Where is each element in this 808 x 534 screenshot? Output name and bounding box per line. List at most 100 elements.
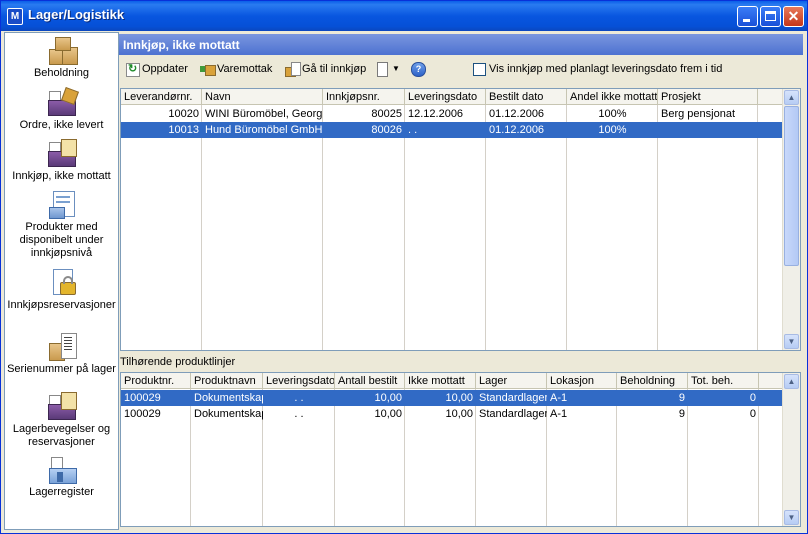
column-header[interactable]: Leverandørnr. [121,89,202,105]
table-cell: 01.12.2006 [489,124,545,136]
scroll-thumb[interactable] [784,106,799,266]
table-cell: Standardlager [479,392,547,404]
table-cell: Hund Büromöbel GmbH, [205,124,323,136]
sidebar-item-lagerregister[interactable]: Lagerregister [5,454,118,499]
receive-goods-icon [200,62,216,77]
sidebar-item-label: Innkjøp, ikke mottatt [12,170,111,182]
table-cell: 9 [678,408,685,420]
table-row[interactable]: 10013 Hund Büromöbel GmbH, 80026 . . 01.12.2… [121,122,783,138]
sidebar-item-serienummer[interactable]: Serienummer på lager [5,331,118,376]
table-cell: 0 [749,392,756,404]
toolbar: ↻ Oppdater Varemottak Gå til innkjøp ▼ ? … [119,56,803,83]
table-cell: 01.12.2006 [489,108,545,120]
document-dropdown-button[interactable]: ▼ [375,61,400,78]
show-planned-checkbox[interactable] [473,63,486,76]
table-cell: WINI Büromöbel, Georg S [205,108,323,120]
table-cell: 100029 [124,392,161,404]
receive-goods-label: Varemottak [217,63,273,75]
close-icon: ✕ [787,8,800,24]
purchase-doc-icon [285,62,301,78]
table-cell: 100029 [124,408,161,420]
vertical-scrollbar[interactable]: ▲ ▼ [782,89,800,350]
sidebar-item-ordre[interactable]: Ordre, ikke levert [5,87,118,132]
refresh-label: Oppdater [142,63,188,75]
table-cell: . . [408,124,418,136]
purchases-table: Leverandørnr. Navn Innkjøpsnr. Leveringsdat… [120,88,801,351]
purchase-doc-icon [45,138,79,170]
table-row[interactable]: 100029 Dokumentskap . . 10,00 10,00 Standardl… [121,406,783,422]
table-cell: 80025 [371,108,402,120]
column-header[interactable]: Leveringsdato [405,89,486,105]
maximize-button[interactable] [760,6,781,27]
section-header: Innkjøp, ikke mottatt [119,34,803,55]
boxes-icon [45,35,79,67]
column-header[interactable]: Tot. beh. [688,373,759,389]
sidebar-item-label: Ordre, ikke levert [19,119,104,131]
column-header[interactable]: Antall bestilt [335,373,405,389]
column-header[interactable]: Ikke mottatt [405,373,476,389]
table-cell: . . [294,408,304,420]
table-cell: 10,00 [445,408,473,420]
window-title: Lager/Logistikk [28,7,125,22]
chevron-down-icon: ▼ [392,64,400,74]
help-button[interactable]: ? [411,61,428,78]
goto-purchase-label: Gå til innkjøp [302,63,367,75]
table-row[interactable]: 100029 Dokumentskap . . 10,00 10,00 Standardl… [121,390,783,406]
sidebar-item-label: Lagerbevegelser og reservasjoner [12,423,111,448]
minimize-button[interactable] [737,6,758,27]
table-row[interactable]: 10020 WINI Büromöbel, Georg S 80025 12.12.2… [121,106,783,122]
goto-purchase-button[interactable]: Gå til innkjøp [285,61,367,78]
table-cell: Dokumentskap [194,408,263,420]
column-header[interactable]: Andel ikke mottatt [567,89,658,105]
column-header[interactable]: Leveringsdato [263,373,335,389]
lines-section-title: Tilhørende produktlinjer [120,356,236,368]
scroll-down-icon[interactable]: ▼ [784,334,799,349]
column-header-filler [759,373,783,389]
table-cell: 100% [598,124,627,136]
column-header[interactable]: Lokasjon [547,373,617,389]
title-bar[interactable]: M Lager/Logistikk ✕ [1,1,807,31]
scroll-up-icon[interactable]: ▲ [784,90,799,105]
document-icon [375,62,389,78]
sidebar: Beholdning Ordre, ikke levert Innkjøp, i… [4,32,119,530]
scroll-down-icon[interactable]: ▼ [784,510,799,525]
sidebar-item-beholdning[interactable]: Beholdning [5,35,118,80]
table-cell: A-1 [550,392,568,404]
table-cell: 10013 [168,124,199,136]
scroll-up-icon[interactable]: ▲ [784,374,799,389]
table-cell: 0 [749,408,756,420]
column-header[interactable]: Innkjøpsnr. [323,89,405,105]
sidebar-item-produkter[interactable]: Produkter med disponibelt under innkjøps… [5,189,118,260]
table-cell: 12.12.2006 [408,108,464,120]
table-cell: A-1 [550,408,568,420]
refresh-button[interactable]: ↻ Oppdater [125,61,188,78]
column-header[interactable]: Beholdning [617,373,688,389]
column-header[interactable]: Lager [476,373,547,389]
table-cell: Berg pensjonat [661,108,735,120]
vertical-scrollbar[interactable]: ▲ ▼ [782,373,800,526]
cash-register-icon [45,87,79,119]
help-icon: ? [411,62,426,78]
sidebar-item-label: Innkjøpsreservasjoner [7,299,116,311]
table-cell: Dokumentskap [194,392,263,404]
table-cell: 9 [678,392,685,404]
sidebar-item-innkjop[interactable]: Innkjøp, ikke mottatt [5,138,118,183]
receive-goods-button[interactable]: Varemottak [200,61,272,77]
column-header[interactable]: Prosjekt [658,89,758,105]
column-header[interactable]: Produktnr. [121,373,191,389]
column-header-filler [758,89,783,105]
sidebar-item-label: Produkter med disponibelt under innkjøps… [19,221,104,259]
column-header[interactable]: Produktnavn [191,373,263,389]
show-planned-label: Vis innkjøp med planlagt leveringsdato f… [489,63,723,75]
table-cell: 10,00 [445,392,473,404]
cash-register-icon [45,189,79,221]
movement-icon [45,391,79,423]
sidebar-item-reservasjoner[interactable]: Innkjøpsreservasjoner [5,267,118,312]
table-cell: . . [294,392,304,404]
close-button[interactable]: ✕ [783,6,804,27]
product-lines-table: Produktnr. Produktnavn Leveringsdato Antall… [120,372,801,527]
sidebar-item-lagerbevegelser[interactable]: Lagerbevegelser og reservasjoner [5,391,118,449]
column-header[interactable]: Bestilt dato [486,89,567,105]
lock-doc-icon [45,267,79,299]
column-header[interactable]: Navn [202,89,323,105]
